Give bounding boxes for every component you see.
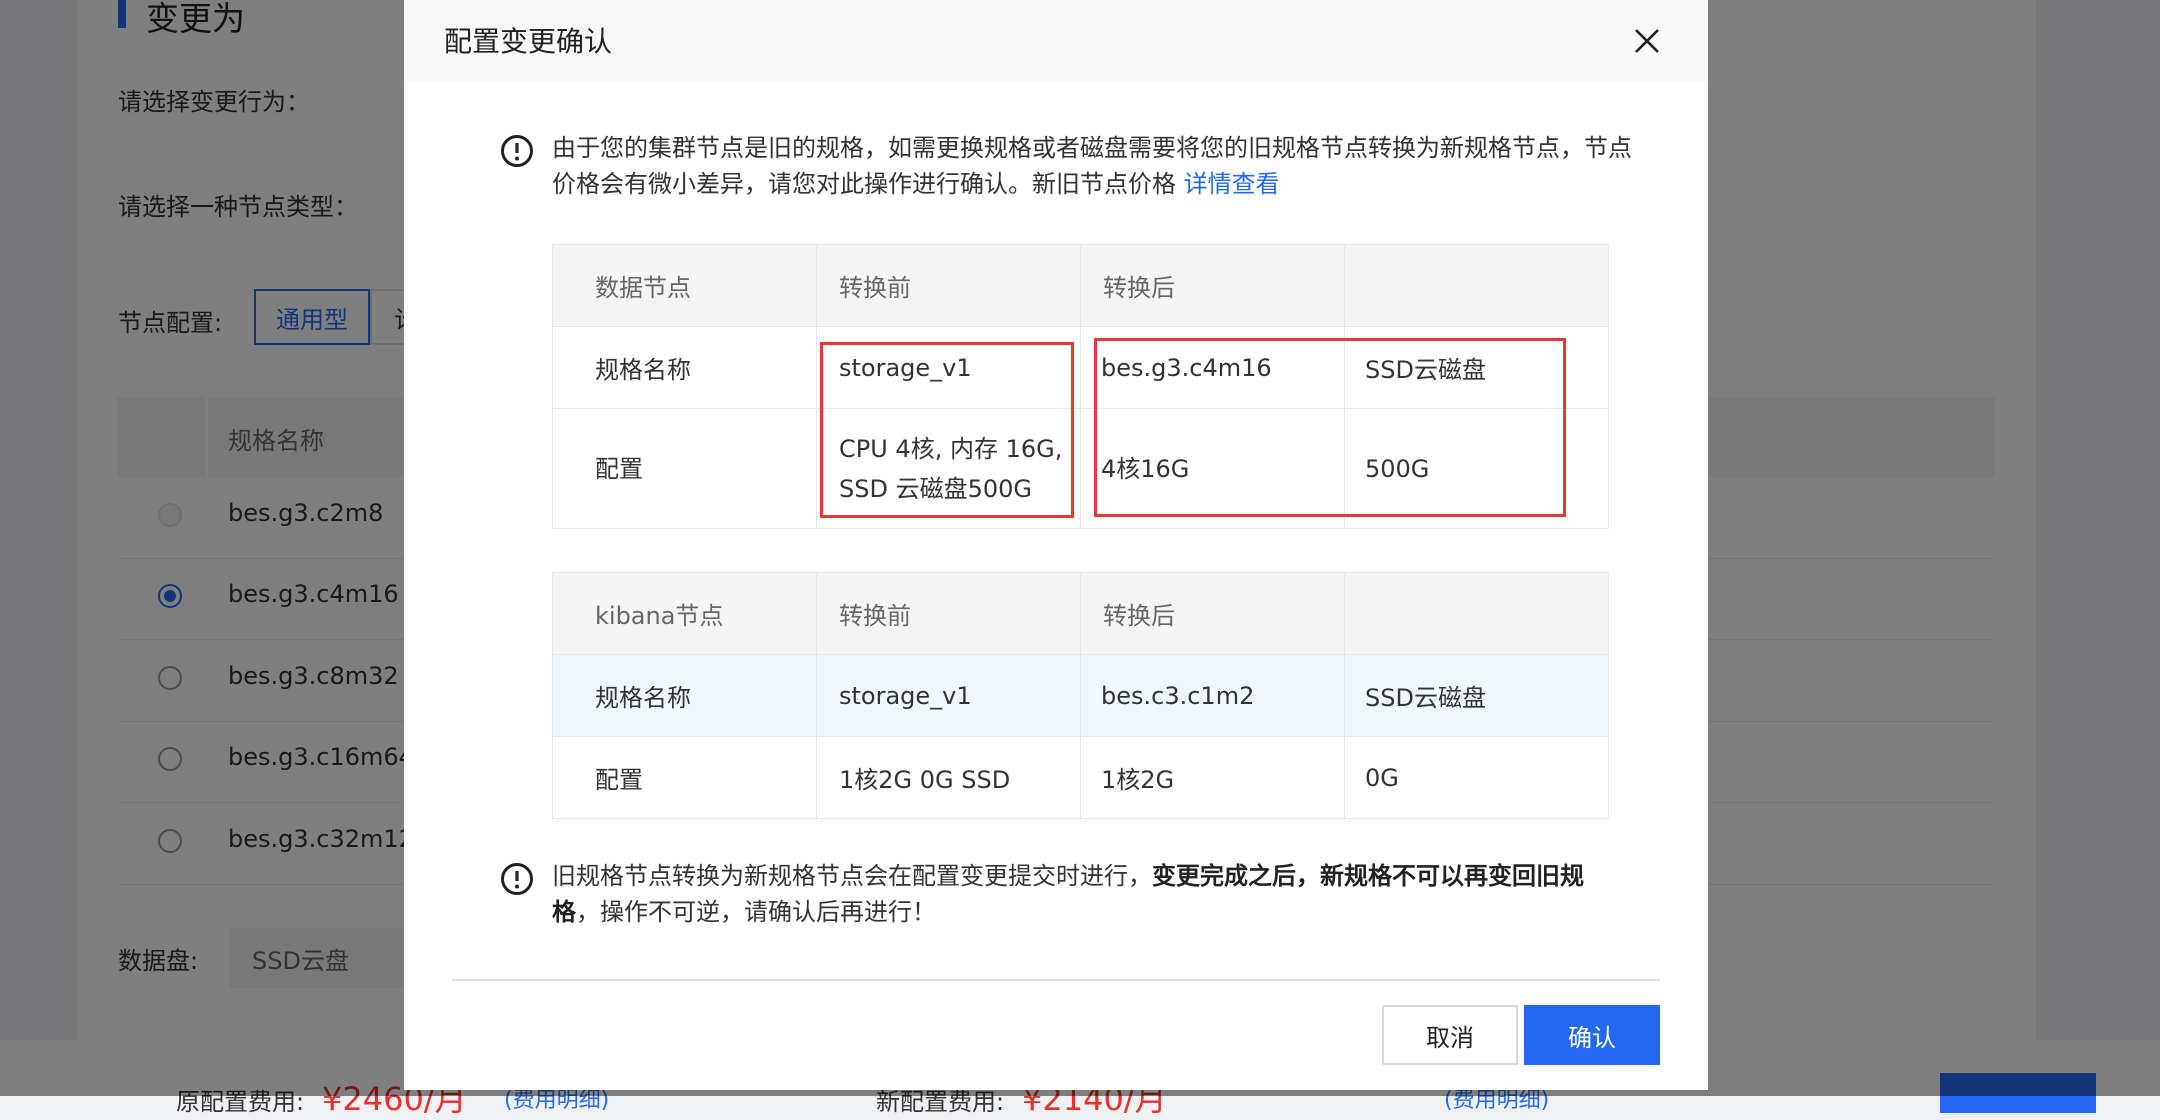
conversion-notice: 由于您的集群节点是旧的规格，如需更换规格或者磁盘需要将您的旧规格节点转换为新规格… bbox=[552, 130, 1632, 202]
before-highlight-box bbox=[820, 342, 1074, 518]
exclamation-circle-icon bbox=[501, 135, 533, 167]
cancel-button[interactable]: 取消 bbox=[1382, 1005, 1518, 1065]
warning-text: 旧规格节点转换为新规格节点会在配置变更提交时进行， bbox=[552, 862, 1152, 890]
before-value: 1核2G 0G SSD bbox=[816, 736, 1081, 819]
header-cell: 转换前 bbox=[816, 572, 1081, 655]
details-link[interactable]: 详情查看 bbox=[1184, 170, 1280, 198]
table-row: 配置 1核2G 0G SSD 1核2G 0G bbox=[552, 736, 1609, 819]
header-cell-empty bbox=[1344, 572, 1609, 655]
after-disk: 0G bbox=[1344, 736, 1609, 819]
config-change-confirm-dialog: 配置变更确认 由于您的集群节点是旧的规格，如需更换规格或者磁盘需要将您的旧规格节… bbox=[404, 0, 1708, 1090]
irreversible-warning: 旧规格节点转换为新规格节点会在配置变更提交时进行，变更完成之后，新规格不可以再变… bbox=[552, 858, 1612, 930]
row-label: 规格名称 bbox=[552, 326, 817, 409]
footer-divider bbox=[452, 979, 1660, 981]
row-label: 配置 bbox=[552, 736, 817, 819]
header-cell: kibana节点 bbox=[552, 572, 817, 655]
table-header-row: kibana节点 转换前 转换后 bbox=[552, 572, 1609, 655]
header-cell-empty bbox=[1344, 244, 1609, 327]
row-label: 规格名称 bbox=[552, 654, 817, 737]
table-header-row: 数据节点 转换前 转换后 bbox=[552, 244, 1609, 327]
dialog-title: 配置变更确认 bbox=[444, 25, 613, 58]
before-value: storage_v1 bbox=[816, 654, 1081, 737]
exclamation-circle-icon bbox=[501, 863, 533, 895]
after-highlight-box bbox=[1094, 338, 1566, 517]
row-label: 配置 bbox=[552, 408, 817, 529]
header-cell: 数据节点 bbox=[552, 244, 817, 327]
close-icon[interactable] bbox=[1630, 24, 1664, 58]
kibana-node-table: kibana节点 转换前 转换后 规格名称 storage_v1 bes.c3.… bbox=[552, 572, 1609, 819]
conversion-notice-text: 由于您的集群节点是旧的规格，如需更换规格或者磁盘需要将您的旧规格节点转换为新规格… bbox=[552, 134, 1632, 198]
after-spec: bes.c3.c1m2 bbox=[1080, 654, 1345, 737]
confirm-button[interactable]: 确认 bbox=[1524, 1005, 1660, 1065]
after-disk: SSD云磁盘 bbox=[1344, 654, 1609, 737]
dialog-header: 配置变更确认 bbox=[404, 0, 1708, 82]
after-spec: 1核2G bbox=[1080, 736, 1345, 819]
warning-text: ，操作不可逆，请确认后再进行！ bbox=[576, 898, 936, 926]
header-cell: 转换后 bbox=[1080, 244, 1345, 327]
header-cell: 转换后 bbox=[1080, 572, 1345, 655]
header-cell: 转换前 bbox=[816, 244, 1081, 327]
table-row: 规格名称 storage_v1 bes.c3.c1m2 SSD云磁盘 bbox=[552, 654, 1609, 737]
